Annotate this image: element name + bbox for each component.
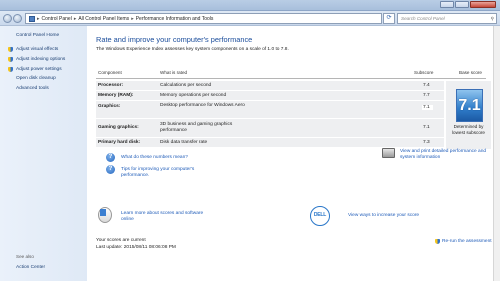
refresh-icon[interactable]: ⟳ — [383, 13, 395, 24]
search-placeholder: Search Control Panel — [401, 16, 445, 21]
breadcrumb-performance[interactable]: Performance Information and Tools — [136, 16, 214, 22]
table-row: Gaming graphics: 3D business and gaming … — [96, 119, 444, 138]
shield-icon — [8, 47, 13, 52]
shield-icon — [435, 239, 440, 244]
column-header-base-score: Base score — [459, 70, 482, 75]
column-header-subscore: Subscore — [414, 70, 434, 75]
see-also-heading: See also — [16, 254, 34, 259]
subscore-value: 7.1 — [422, 105, 433, 110]
base-score-value: 7.1 — [458, 97, 481, 114]
help-icon: ? — [106, 165, 115, 174]
sidebar-item-advanced-tools[interactable]: Advanced tools — [16, 86, 49, 91]
table-row: Primary hard disk: Disk data transfer ra… — [96, 138, 444, 148]
window-title-bar — [0, 0, 500, 11]
what-numbers-mean-link[interactable]: What do these numbers mean? — [121, 155, 188, 161]
breadcrumb-separator[interactable]: ▸ — [131, 16, 134, 22]
subscore-value: 7.1 — [423, 125, 430, 130]
sidebar: Control Panel Home Adjust visual effects… — [0, 26, 87, 281]
print-details-link[interactable]: View and print detailed performance and … — [400, 149, 495, 160]
help-icon: ? — [106, 153, 115, 162]
column-header-component: Component — [98, 70, 122, 75]
rated-description: 3D business and gaming graphics performa… — [160, 122, 233, 133]
printer-icon — [382, 148, 395, 158]
base-score-panel: 7.1 Determined by lowest subscore — [446, 81, 491, 149]
table-row: Memory (RAM): Memory operations per seco… — [96, 91, 444, 101]
subscore-value: 7.4 — [423, 83, 430, 88]
address-bar: ▸ Control Panel ▸ All Control Panel Item… — [0, 11, 500, 26]
control-panel-icon — [29, 15, 35, 22]
maximize-button[interactable] — [455, 1, 469, 8]
rated-description: Desktop performance for Windows Aero — [160, 103, 245, 108]
sidebar-item-disk-cleanup[interactable]: Open disk cleanup — [16, 76, 56, 81]
table-header: Component What is rated Subscore Base sc… — [96, 70, 491, 77]
rerun-assessment-link[interactable]: Re-run the assessment — [442, 239, 492, 245]
sidebar-item-power[interactable]: Adjust power settings — [16, 67, 62, 72]
component-label: Processor: — [98, 83, 124, 88]
component-label: Gaming graphics: — [98, 125, 139, 130]
intro-text: The Windows Experience Index assesses ke… — [96, 47, 289, 52]
breadcrumb-control-panel[interactable]: Control Panel — [42, 16, 72, 22]
tips-link[interactable]: Tips for improving your computer's perfo… — [121, 167, 221, 178]
back-button[interactable] — [3, 14, 12, 23]
table-row: Graphics: Desktop performance for Window… — [96, 101, 444, 119]
component-label: Primary hard disk: — [98, 140, 141, 145]
minimize-button[interactable] — [440, 1, 454, 8]
breadcrumb-all-items[interactable]: All Control Panel Items — [78, 16, 129, 22]
rated-description: Memory operations per second — [160, 93, 227, 98]
breadcrumb[interactable]: ▸ Control Panel ▸ All Control Panel Item… — [25, 13, 382, 24]
dell-logo[interactable]: DELL — [310, 206, 330, 226]
subscore-value: 7.7 — [423, 93, 430, 98]
search-input[interactable]: Search Control Panel ⚲ — [397, 13, 497, 24]
component-label: Memory (RAM): — [98, 93, 134, 98]
breadcrumb-separator[interactable]: ▸ — [74, 16, 77, 22]
subscore-value: 7.3 — [423, 140, 430, 145]
document-icon — [98, 207, 112, 223]
last-update-text: Last update: 2015/08/11 08:06:08 PM — [96, 245, 176, 250]
increase-score-link[interactable]: View ways to increase your score — [348, 213, 419, 219]
divider — [96, 78, 486, 79]
learn-more-link[interactable]: Learn more about scores and software onl… — [121, 211, 211, 222]
shield-icon — [8, 57, 13, 62]
scrollbar[interactable] — [493, 26, 500, 281]
column-header-rated: What is rated — [160, 70, 188, 75]
component-label: Graphics: — [98, 104, 121, 109]
base-score-caption: Determined by lowest subscore — [452, 124, 485, 135]
main-content: Rate and improve your computer's perform… — [88, 26, 500, 281]
sidebar-item-visual-effects[interactable]: Adjust visual effects — [16, 47, 58, 52]
breadcrumb-separator[interactable]: ▸ — [37, 16, 40, 22]
close-button[interactable] — [470, 1, 496, 8]
rated-description: Disk data transfer rate — [160, 140, 208, 145]
forward-button[interactable] — [13, 14, 22, 23]
base-score-badge: 7.1 — [456, 89, 483, 122]
shield-icon — [8, 67, 13, 72]
sidebar-item-indexing[interactable]: Adjust indexing options — [16, 57, 65, 62]
rated-description: Calculations per second — [160, 83, 212, 88]
sidebar-item-action-center[interactable]: Action Center — [16, 265, 45, 270]
page-title: Rate and improve your computer's perform… — [96, 35, 253, 44]
search-icon[interactable]: ⚲ — [491, 14, 494, 23]
table-row: Processor: Calculations per second 7.4 — [96, 81, 444, 91]
status-text: Your scores are current — [96, 238, 146, 243]
sidebar-item-home[interactable]: Control Panel Home — [16, 33, 59, 38]
